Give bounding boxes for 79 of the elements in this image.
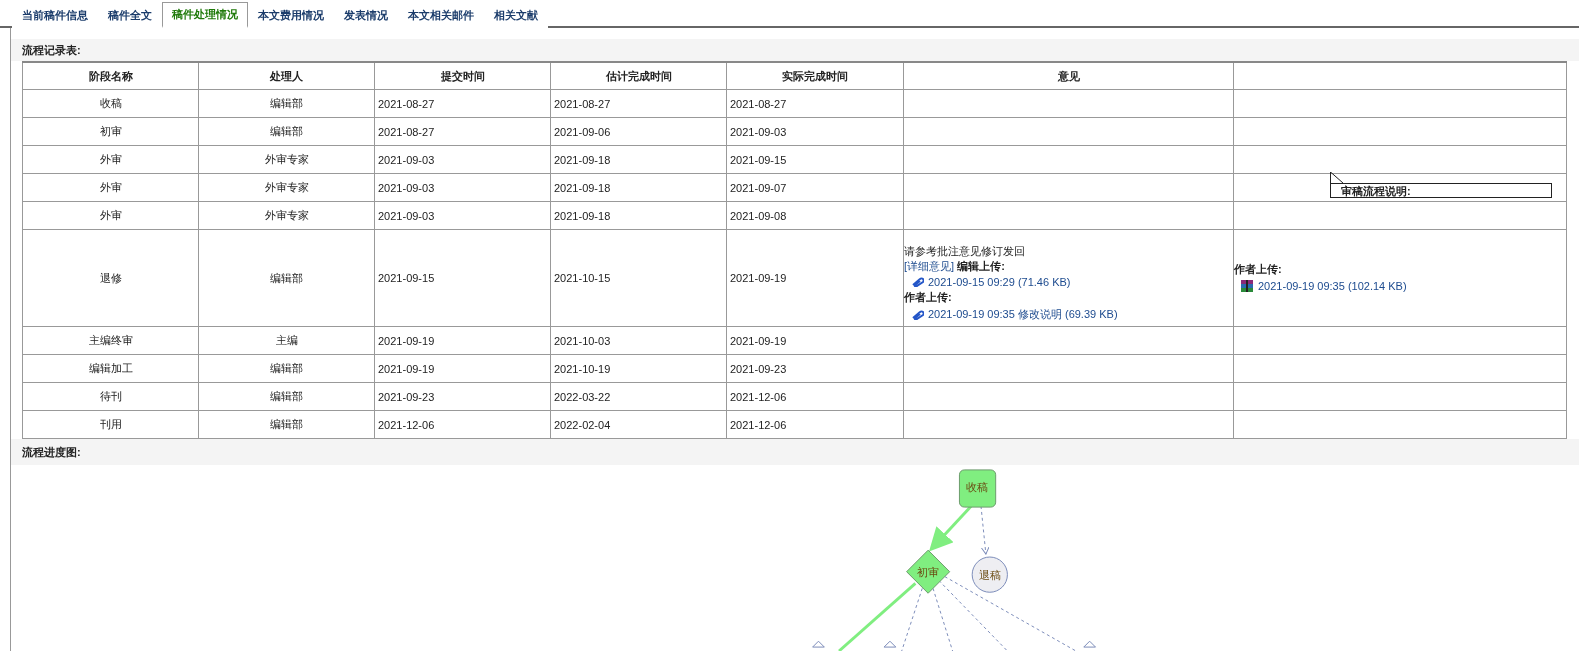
column-header: 意见 [903, 62, 1234, 90]
tooltip-pointer-icon [1330, 172, 1344, 184]
paperclip-icon [910, 309, 924, 320]
flow-node [812, 640, 825, 648]
table-cell: 刊用 [99, 418, 122, 430]
table-cell: 2021-09-03 [378, 181, 435, 194]
tooltip: 审稿流程说明: [1330, 183, 1552, 198]
table-cell: 2021-10-03 [554, 334, 611, 347]
table-cell: 2022-03-22 [554, 390, 611, 403]
file-link[interactable]: 2021-09-19 09:35 修改说明 (69.39 KB) [928, 307, 1118, 322]
table-cell: 2021-09-03 [378, 209, 435, 222]
upload-label: 作者上传: [904, 291, 952, 303]
opinion-text: 请参考批注意见修订发回 [904, 245, 1025, 257]
table-cell: 主编终审 [88, 334, 133, 346]
table-cell: 2021-09-15 [378, 272, 435, 284]
table-cell: 编辑加工 [88, 362, 133, 374]
table-cell: 外审 [99, 181, 122, 193]
column-header: 估计完成时间 [550, 62, 727, 90]
table-cell: 2021-09-23 [378, 390, 435, 403]
flow-node: 退稿 [971, 556, 1008, 593]
table-cell: 2021-12-06 [378, 418, 435, 431]
table-cell: 2021-10-19 [554, 362, 611, 375]
column-header: 提交时间 [374, 62, 551, 90]
table-cell: 待刊 [99, 390, 122, 402]
section-title: 流程进度图: [11, 439, 1579, 465]
table-cell: 收稿 [99, 97, 122, 109]
paperclip-icon [910, 277, 924, 287]
table-cell: 2021-09-18 [554, 153, 611, 166]
table-cell: 外审专家 [264, 181, 309, 193]
file-link[interactable]: 2021-09-19 09:35 (102.14 KB) [1258, 279, 1407, 292]
table-cell: 外审专家 [264, 153, 309, 165]
table-cell: 2021-10-15 [554, 272, 611, 284]
table-cell: 2021-12-06 [730, 390, 787, 403]
table-cell: 2021-09-18 [554, 181, 611, 194]
flow-node [883, 640, 897, 648]
table-cell: 2021-09-18 [554, 209, 611, 222]
table-cell: 2021-08-27 [554, 97, 611, 110]
table-cell: 2022-02-04 [554, 418, 611, 431]
column-header: 处理人 [198, 62, 375, 90]
flow-arrow [929, 505, 973, 552]
table-cell: 编辑部 [270, 125, 303, 137]
table-cell: 外审 [99, 209, 122, 221]
table-cell: 2021-08-27 [730, 97, 787, 110]
table-cell: 主编 [275, 334, 298, 346]
flow-node: 初审 [906, 549, 951, 594]
upload-label: 作者上传: [1234, 262, 1282, 275]
table-cell: 编辑部 [270, 362, 303, 374]
table-cell: 2021-08-27 [378, 125, 435, 138]
table-cell: 编辑部 [270, 271, 303, 284]
table-cell: 2021-09-19 [730, 334, 787, 347]
table-cell: 退修 [99, 271, 122, 284]
table-cell: 外审专家 [264, 209, 309, 221]
table-cell: 编辑部 [270, 418, 303, 430]
file-link[interactable]: 2021-09-15 09:29 (71.46 KB) [928, 276, 1071, 288]
column-header: 实际完成时间 [726, 62, 904, 90]
table-cell: 2021-09-03 [730, 125, 787, 138]
tab[interactable]: 稿件处理情况 [162, 2, 248, 28]
table-cell: 2021-09-19 [378, 362, 435, 375]
column-header: 阶段名称 [22, 62, 199, 90]
section-title: 流程记录表: [11, 39, 1579, 61]
table-cell: 2021-09-15 [730, 153, 787, 166]
table-cell: 2021-09-03 [378, 153, 435, 166]
upload-label: 编辑上传: [957, 260, 1005, 272]
table-cell: 初审 [99, 125, 122, 137]
table-cell: 2021-09-23 [730, 362, 787, 375]
table-cell: 2021-12-06 [730, 418, 787, 431]
table-cell: 2021-09-08 [730, 209, 787, 222]
table-cell: 2021-09-19 [378, 334, 435, 347]
archive-stack-icon [1240, 278, 1254, 293]
table-cell: 2021-09-19 [730, 272, 787, 284]
table-cell: 2021-09-07 [730, 181, 787, 194]
detail-link[interactable]: [详细意见] [904, 260, 955, 272]
flow-node: 收稿 [958, 469, 997, 508]
table-cell: 2021-09-06 [554, 125, 611, 138]
table-cell: 外审 [99, 153, 122, 165]
flow-node [1083, 640, 1096, 648]
table-cell: 编辑部 [270, 97, 303, 109]
table-cell: 2021-08-27 [378, 97, 435, 110]
table-cell: 编辑部 [270, 390, 303, 402]
